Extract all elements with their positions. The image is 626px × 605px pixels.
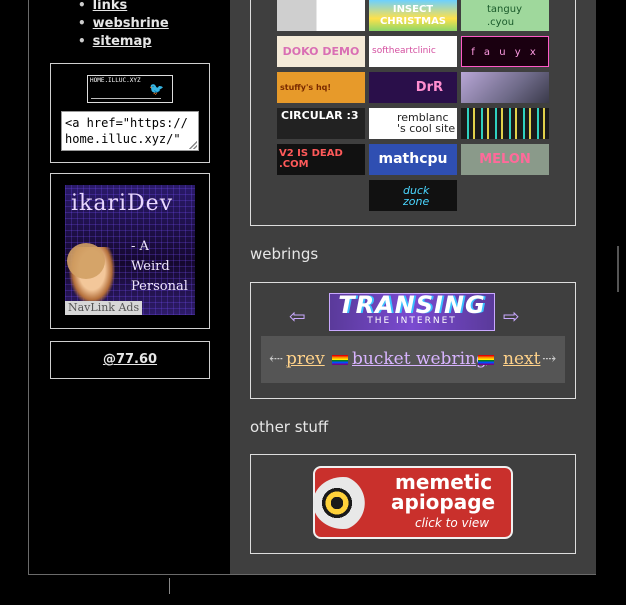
scroll-rail [617, 246, 619, 292]
button-pattern[interactable] [461, 108, 549, 139]
time-counter: @77.60 [50, 341, 210, 379]
bucket-prev-link[interactable]: prev [286, 336, 325, 383]
button-melon[interactable]: MELON [461, 144, 549, 175]
ad-title: ikariDev [71, 191, 174, 216]
button-duck-zone[interactable]: duck zone [369, 180, 457, 211]
ad-line-3: Personal [131, 279, 188, 294]
transing-webring-banner[interactable]: TRANSING THE INTERNET [329, 293, 495, 331]
site-button-label: HOME.ILLUC.XYZ [90, 77, 141, 84]
nav-link-sitemap[interactable]: sitemap [93, 34, 152, 49]
memetic-line-2: apiopage [391, 490, 496, 514]
button-drr[interactable]: DrR [369, 72, 457, 103]
button-circular[interactable]: CIRCULAR :3 [277, 108, 365, 139]
bucket-webring-link[interactable]: bucket webring [352, 336, 487, 383]
webrings-heading: webrings [250, 245, 319, 263]
pride-flag-icon [478, 355, 494, 365]
ad-line-1: - A [131, 239, 149, 254]
nav-link-webshrine[interactable]: webshrine [93, 16, 169, 31]
left-arrow-icon: ⇠ [269, 349, 284, 369]
ad-tagline: - A Weird Personal [131, 237, 188, 297]
memetic-cta: click to view [415, 516, 490, 530]
resize-grip-icon[interactable] [189, 141, 197, 149]
button-doko-demo[interactable]: DOKO DEMO [277, 36, 365, 67]
button-softheartclinic[interactable]: softheartclinic [369, 36, 457, 67]
button-remblanc[interactable]: remblanc 's cool site [369, 108, 457, 139]
embed-code-textarea[interactable]: <a href="https:// home.illuc.xyz/" [61, 111, 199, 151]
transing-prev-arrow-icon[interactable]: ⇦ [289, 304, 306, 328]
nav-link-links[interactable]: links [93, 0, 128, 13]
character-hair [67, 243, 105, 279]
navlink-ad[interactable]: ikariDev - A Weird Personal NavLink Ads [65, 185, 195, 315]
embed-code-text: <a href="https:// home.illuc.xyz/" [65, 116, 188, 146]
right-arrow-icon: ⇢ [542, 349, 557, 369]
button-stuffys-hq[interactable]: stuffy's hq! [277, 72, 365, 103]
memetic-apiopage-banner[interactable]: memetic apiopage click to view [313, 466, 513, 539]
bee-eye-icon [313, 477, 373, 529]
ad-line-2: Weird [131, 259, 170, 274]
transing-next-arrow-icon[interactable]: ⇨ [503, 304, 520, 328]
bucket-webring-bar: ⇠ prev bucket webring next ⇢ [261, 336, 565, 383]
button-tanguy[interactable]: tanguy .cyou [461, 0, 549, 31]
ad-network-label[interactable]: NavLink Ads [65, 301, 143, 315]
pride-flag-icon [332, 355, 348, 365]
footer-divider [169, 578, 170, 594]
nav-item-links: links [78, 0, 169, 14]
counter-link[interactable]: @77.60 [103, 352, 157, 367]
button-fauyx[interactable]: f a u y x [461, 36, 549, 67]
site-88x31-button[interactable]: HOME.ILLUC.XYZ 🐦 [87, 75, 173, 103]
sidebar-nav: links webshrine sitemap [78, 0, 169, 50]
other-stuff-heading: other stuff [250, 418, 329, 436]
transing-title: TRANSING [338, 291, 486, 319]
nav-item-sitemap: sitemap [78, 32, 169, 50]
bird-icon: 🐦 [149, 82, 164, 96]
button-art-2[interactable] [461, 72, 549, 103]
button-v2-is-dead[interactable]: V2 IS DEAD .COM [277, 144, 365, 175]
bucket-next-link[interactable]: next [503, 336, 540, 383]
button-insect-christmas[interactable]: INSECT CHRISTMAS [369, 0, 457, 31]
button-underline [91, 98, 161, 99]
nav-item-webshrine: webshrine [78, 14, 169, 32]
button-art-1[interactable] [277, 0, 365, 31]
button-mathcpu[interactable]: mathcpu [369, 144, 457, 175]
